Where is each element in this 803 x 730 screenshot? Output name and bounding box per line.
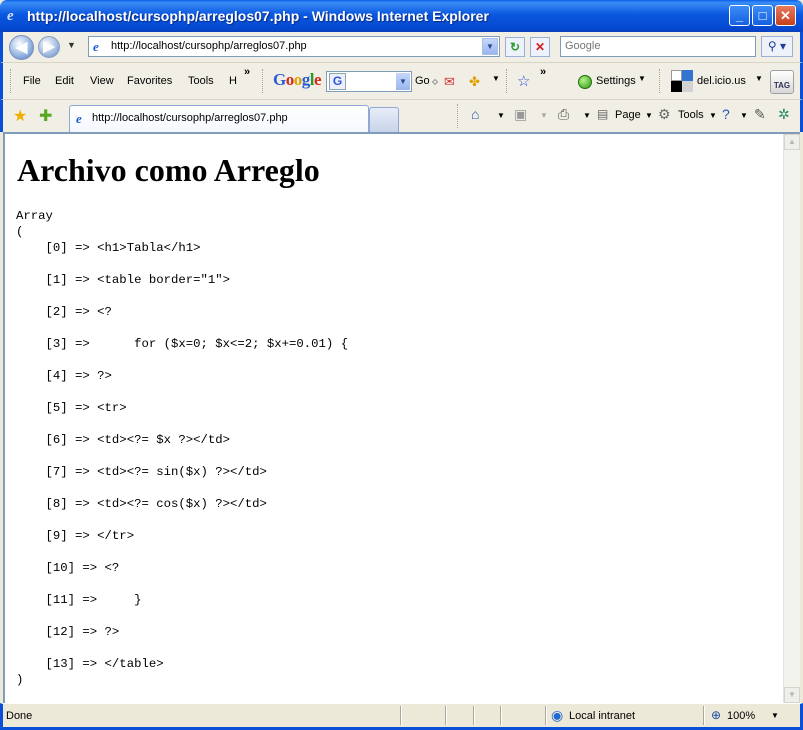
- tab-current[interactable]: e http://localhost/cursophp/arreglos07.p…: [69, 105, 369, 133]
- toolbar-separator-icon: ⋄: [431, 74, 440, 89]
- zoom-level[interactable]: 100%: [727, 710, 755, 722]
- puzzle-dropdown-icon[interactable]: ▼: [492, 74, 500, 83]
- google-logo: Google: [273, 70, 322, 89]
- menu-favorites[interactable]: Favorites: [127, 75, 172, 87]
- recent-pages-dropdown[interactable]: ▼: [67, 40, 76, 50]
- toolbar-grip: [457, 104, 460, 128]
- globe-icon: ◉: [551, 707, 564, 723]
- forward-arrow-icon: ▶: [43, 38, 55, 55]
- settings-menu[interactable]: Settings: [596, 75, 636, 87]
- address-bar-row: ◀ ▶ ▼ e http://localhost/cursophp/arregl…: [0, 32, 803, 62]
- research-icon[interactable]: ✎: [754, 107, 766, 121]
- google-g-icon: G: [329, 73, 346, 90]
- title-bar: e http://localhost/cursophp/arreglos07.p…: [0, 0, 803, 32]
- toolbar-grip: [10, 69, 13, 93]
- refresh-button[interactable]: ↻: [505, 37, 525, 57]
- feeds-icon[interactable]: ▣: [514, 107, 527, 121]
- help-icon[interactable]: ?: [722, 107, 730, 121]
- google-search-field[interactable]: G ▼: [326, 71, 412, 92]
- delicious-icon[interactable]: [671, 70, 693, 92]
- tools-menu[interactable]: Tools: [678, 109, 704, 121]
- page-heading: Archivo como Arreglo: [17, 152, 320, 188]
- page-icon: e: [93, 39, 99, 54]
- status-divider: [473, 706, 475, 725]
- scroll-down-button[interactable]: ▼: [784, 687, 800, 703]
- refresh-icon: ↻: [509, 40, 521, 54]
- menu-edit[interactable]: Edit: [55, 75, 74, 87]
- add-favorite-icon[interactable]: ✚: [39, 106, 52, 126]
- stop-button[interactable]: ✕: [530, 37, 550, 57]
- search-button[interactable]: ⚲ ▾: [761, 36, 793, 57]
- ie-logo-icon: e: [7, 8, 14, 24]
- minimize-button[interactable]: _: [729, 5, 750, 26]
- page-dropdown-icon[interactable]: ▼: [645, 111, 653, 120]
- array-dump: Array ( [0] => <h1>Tabla</h1> [1] => <ta…: [16, 209, 349, 687]
- stop-icon: ✕: [534, 40, 546, 54]
- zoom-icon: ⊕: [711, 708, 722, 722]
- feeds-dropdown-icon[interactable]: ▼: [540, 111, 548, 120]
- scroll-up-button[interactable]: ▲: [784, 134, 800, 150]
- gear-icon: ⚙: [658, 106, 671, 122]
- forward-button[interactable]: ▶: [38, 36, 60, 58]
- vertical-scrollbar[interactable]: ▲ ▼: [783, 134, 800, 703]
- settings-status-icon: [578, 75, 592, 89]
- delicious-dropdown-icon[interactable]: ▼: [755, 74, 763, 83]
- tag-icon[interactable]: TAG: [770, 70, 794, 94]
- google-go-button[interactable]: Go: [415, 75, 430, 87]
- menu-tools[interactable]: Tools: [188, 75, 214, 87]
- new-tab-button[interactable]: [369, 107, 399, 132]
- puzzle-icon[interactable]: ✤: [469, 75, 480, 88]
- status-divider: [545, 706, 547, 725]
- favorites-center-icon[interactable]: ★: [13, 106, 27, 126]
- toolbar-grip: [659, 69, 662, 93]
- print-dropdown-icon[interactable]: ▼: [583, 111, 591, 120]
- tab-row: ★ ✚ e http://localhost/cursophp/arreglos…: [0, 99, 803, 133]
- menu-view[interactable]: View: [90, 75, 114, 87]
- print-icon[interactable]: ⎙: [558, 107, 569, 121]
- address-field[interactable]: e http://localhost/cursophp/arreglos07.p…: [88, 36, 500, 57]
- status-text: Done: [6, 710, 33, 722]
- bookmark-star-icon[interactable]: ☆: [517, 74, 530, 89]
- home-icon[interactable]: ⌂: [471, 107, 479, 121]
- window-title: http://localhost/cursophp/arreglos07.php…: [27, 8, 489, 24]
- search-icon: ⚲ ▾: [767, 39, 787, 53]
- menu-overflow-chevron[interactable]: »: [244, 66, 250, 78]
- status-divider: [400, 706, 402, 725]
- page-content: Archivo como Arreglo Array ( [0] => <h1>…: [3, 132, 800, 703]
- zoom-dropdown-icon[interactable]: ▼: [771, 711, 779, 720]
- google-search-dropdown[interactable]: ▼: [396, 73, 410, 90]
- status-bar: Done ◉ Local intranet ⊕ 100% ▼: [0, 703, 803, 730]
- search-field[interactable]: [560, 36, 756, 57]
- google-overflow-chevron[interactable]: »: [540, 66, 546, 78]
- page-menu[interactable]: Page: [615, 109, 641, 121]
- settings-dropdown-icon[interactable]: ▼: [638, 74, 646, 83]
- status-divider: [703, 706, 705, 725]
- help-dropdown-icon[interactable]: ▼: [740, 111, 748, 120]
- menu-toolbar-row: File Edit View Favorites Tools H » Googl…: [0, 62, 803, 99]
- toolbar-grip: [262, 69, 265, 93]
- page-icon: e: [76, 111, 82, 126]
- address-url[interactable]: http://localhost/cursophp/arreglos07.php: [111, 40, 307, 52]
- address-dropdown-button[interactable]: ▼: [482, 38, 498, 55]
- back-arrow-icon: ◀: [15, 39, 28, 56]
- toolbar-grip: [506, 69, 509, 93]
- tab-label: http://localhost/cursophp/arreglos07.php: [92, 112, 288, 124]
- status-divider: [500, 706, 502, 725]
- delicious-menu[interactable]: del.icio.us: [697, 75, 746, 87]
- security-zone[interactable]: Local intranet: [569, 710, 635, 722]
- page-menu-icon: ▤: [597, 107, 609, 121]
- maximize-button[interactable]: □: [752, 5, 773, 26]
- search-input[interactable]: [561, 37, 751, 55]
- close-button[interactable]: ✕: [775, 5, 796, 26]
- tools-dropdown-icon[interactable]: ▼: [709, 111, 717, 120]
- back-button[interactable]: ◀: [9, 35, 34, 60]
- messenger-icon[interactable]: ✲: [778, 107, 790, 121]
- menu-help[interactable]: H: [229, 75, 237, 87]
- status-divider: [445, 706, 447, 725]
- popup-blocker-icon[interactable]: ✉: [444, 75, 455, 88]
- home-dropdown-icon[interactable]: ▼: [497, 111, 505, 120]
- menu-file[interactable]: File: [23, 75, 41, 87]
